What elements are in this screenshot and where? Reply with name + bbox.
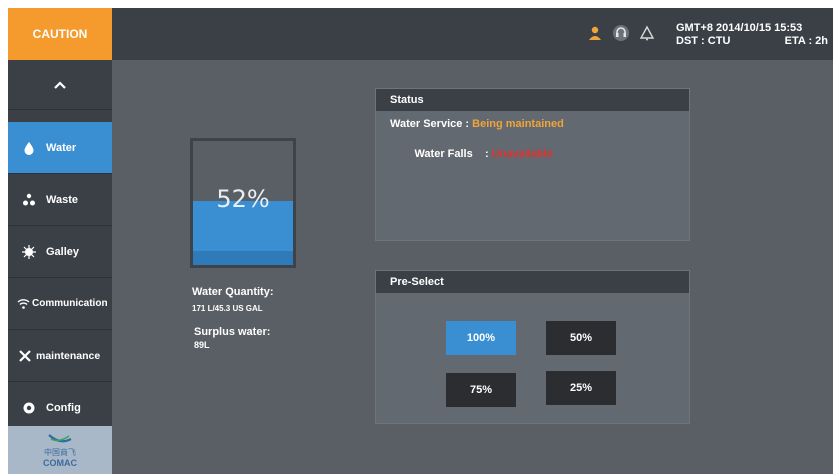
top-icons	[586, 24, 656, 42]
water-tank-gauge: 52%	[190, 138, 296, 268]
headset-icon[interactable]	[612, 24, 630, 42]
wifi-icon	[16, 297, 30, 311]
sidebar-item-maintenance[interactable]: maintenance	[8, 330, 112, 382]
tank-percent-label: 52%	[216, 185, 270, 213]
logo-text-en: COMAC	[43, 457, 77, 468]
preselect-panel: Pre-Select 100% 50% 75% 25%	[375, 270, 690, 424]
sidebar-item-label: Waste	[46, 193, 78, 206]
water-service-label: Water Service :	[390, 118, 473, 130]
waste-icon	[22, 193, 36, 207]
app-frame: CAUTION GMT+8 2014/10/15 15:53 DST : CTU…	[8, 8, 833, 474]
status-panel: Status Water Service : Being maintained …	[375, 88, 690, 241]
comac-logo: 中国商飞 COMAC	[8, 426, 112, 474]
water-service-value: Being maintained	[472, 118, 564, 130]
sidebar-item-water[interactable]: Water	[8, 122, 112, 174]
preselect-75-button[interactable]: 75%	[446, 373, 516, 407]
destination: DST : CTU	[676, 35, 731, 47]
top-bar: CAUTION GMT+8 2014/10/15 15:53 DST : CTU…	[8, 8, 833, 60]
person-icon[interactable]	[586, 24, 604, 42]
eta: ETA : 2h	[784, 35, 828, 47]
tank-fill-shade	[193, 250, 293, 265]
scroll-up-button[interactable]	[8, 60, 112, 110]
sidebar-item-communication[interactable]: Communication	[8, 278, 112, 330]
preselect-25-button[interactable]: 25%	[546, 371, 616, 405]
config-icon	[22, 401, 36, 415]
sidebar-item-waste[interactable]: Waste	[8, 174, 112, 226]
galley-icon	[22, 244, 36, 259]
sidebar-item-label: Communication	[32, 298, 108, 309]
water-service-row: Water Service : Being maintained	[390, 117, 675, 132]
bell-icon[interactable]	[638, 24, 656, 42]
flight-info: GMT+8 2014/10/15 15:53 DST : CTU ETA : 2…	[676, 22, 828, 48]
surplus-water-label: Surplus water:	[194, 326, 271, 338]
water-falls-label: Water Falls :	[414, 148, 492, 160]
water-quantity-label: Water Quantity:	[192, 286, 274, 298]
datetime: GMT+8 2014/10/15 15:53	[676, 22, 803, 34]
surplus-water-value: 89L	[194, 340, 210, 350]
preselect-50-button[interactable]: 50%	[546, 321, 616, 355]
preselect-100-button[interactable]: 100%	[446, 321, 516, 355]
sidebar-item-label: maintenance	[36, 349, 101, 362]
wrench-icon	[18, 349, 32, 363]
logo-mark-icon	[48, 433, 72, 442]
status-panel-title: Status	[376, 89, 689, 111]
water-falls-value: Unavailable	[491, 148, 553, 160]
sidebar-item-galley[interactable]: Galley	[8, 226, 112, 278]
preselect-panel-title: Pre-Select	[376, 271, 689, 293]
sidebar: Water Waste Galley Communication mainten	[8, 60, 112, 474]
chevron-up-icon	[54, 80, 66, 89]
water-drop-icon	[22, 141, 36, 155]
sidebar-item-label: Galley	[46, 245, 80, 258]
logo-text-cn: 中国商飞	[44, 447, 76, 457]
water-falls-row: Water Falls : Unavailable	[390, 132, 675, 177]
caution-button[interactable]: CAUTION	[8, 8, 112, 60]
sidebar-item-label: Config	[46, 402, 81, 414]
water-quantity-value: 171 L/45.3 US GAL	[192, 304, 263, 313]
sidebar-item-label: Water	[46, 141, 77, 154]
